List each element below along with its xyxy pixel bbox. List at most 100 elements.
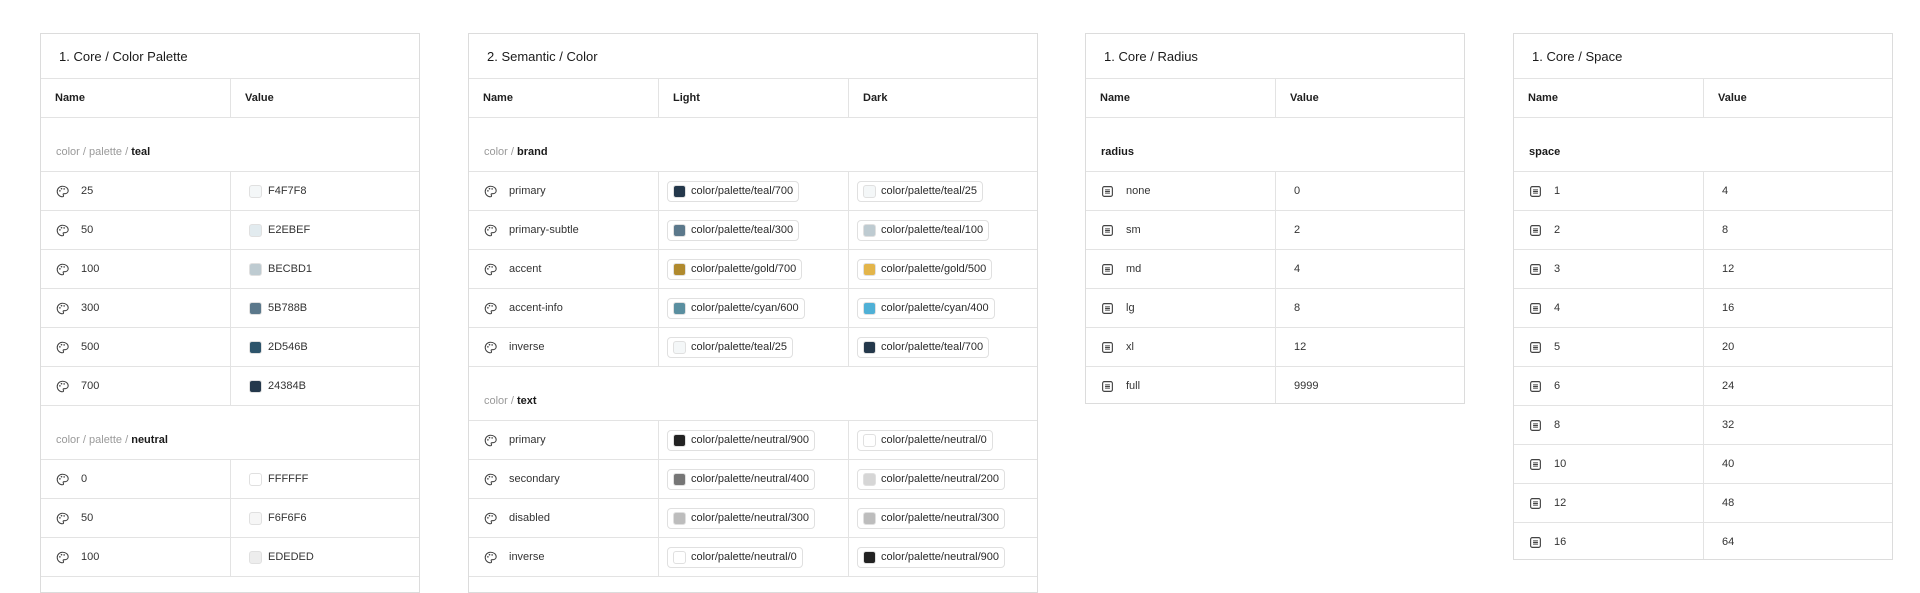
table-row[interactable]: primary-subtle color/palette/teal/300 colo… (469, 211, 1037, 250)
light-value-cell: color/palette/neutral/900 (659, 421, 849, 459)
table-row[interactable]: inverse color/palette/teal/25 color/palett… (469, 328, 1037, 367)
table-row[interactable]: disabled color/palette/neutral/300 color/p… (469, 499, 1037, 538)
table-row[interactable]: 6 24 (1514, 367, 1892, 406)
token-value-cell: FFFFFF (231, 460, 419, 498)
table-row[interactable]: 16 64 (1514, 523, 1892, 559)
table-row[interactable]: sm 2 (1086, 211, 1464, 250)
token-name: 100 (81, 551, 100, 563)
table-row[interactable]: 14 (1514, 172, 1892, 211)
alias-chip[interactable]: color/palette/teal/100 (857, 219, 990, 241)
token-name: 5 (1554, 341, 1561, 353)
number-variable-icon (1529, 380, 1542, 393)
token-name: 500 (81, 341, 100, 353)
number-variable-icon (1529, 419, 1542, 432)
table-row[interactable]: secondary color/palette/neutral/400 color/… (469, 460, 1037, 499)
table-row[interactable]: 50 F6F6F6 (41, 499, 419, 538)
number-value: 2 (1294, 224, 1301, 236)
table-row[interactable]: 25 F4F7F8 (41, 172, 419, 211)
number-variable-icon (1529, 185, 1542, 198)
light-value-cell: color/palette/teal/25 (659, 328, 849, 366)
table-row[interactable]: 8 32 (1514, 406, 1892, 445)
token-name: accent (509, 263, 542, 275)
table-row[interactable]: none 0 (1086, 172, 1464, 211)
table-row[interactable]: inverse color/palette/neutral/0 color/pale… (469, 538, 1037, 577)
alias-chip[interactable]: color/palette/teal/700 (667, 180, 800, 202)
column-header-name: Name (1514, 79, 1704, 117)
number-variable-icon (1529, 536, 1542, 549)
token-name-cell: 0 (41, 460, 231, 498)
light-value-cell: color/palette/teal/700 (659, 172, 849, 210)
hex-value: 2D546B (268, 341, 308, 353)
table-row[interactable]: lg 8 (1086, 289, 1464, 328)
table-row[interactable]: 700 24384B (41, 367, 419, 406)
color-swatch (673, 340, 686, 354)
palette-icon (484, 473, 497, 486)
color-swatch (863, 262, 876, 276)
alias-chip[interactable]: color/palette/cyan/600 (667, 297, 805, 319)
table-row[interactable]: 4 16 (1514, 289, 1892, 328)
table-row[interactable]: xl 12 (1086, 328, 1464, 367)
token-name-cell: 25 (41, 172, 231, 210)
alias-chip[interactable]: color/palette/neutral/0 (667, 546, 803, 568)
table-row[interactable]: 10 40 (1514, 445, 1892, 484)
palette-icon (56, 185, 69, 198)
token-value-cell: 32 (1704, 406, 1892, 444)
token-name-cell: 6 (1514, 367, 1704, 405)
token-value-cell: 8 (1704, 211, 1892, 249)
token-name-cell: 50 (41, 499, 231, 537)
table-row[interactable]: primary color/palette/teal/700 color/palet… (469, 172, 1037, 211)
alias-chip[interactable]: color/palette/neutral/200 (857, 468, 1006, 490)
number-variable-icon (1101, 185, 1114, 198)
alias-chip[interactable]: color/palette/gold/500 (857, 258, 993, 280)
token-value-cell: 2D546B (231, 328, 419, 366)
alias-chip[interactable]: color/palette/neutral/300 (857, 507, 1006, 529)
table-header: Name Value (1514, 79, 1892, 118)
color-swatch (863, 433, 876, 447)
token-name-cell: inverse (469, 538, 659, 576)
alias-chip[interactable]: color/palette/neutral/300 (667, 507, 816, 529)
alias-chip[interactable]: color/palette/gold/700 (667, 258, 803, 280)
table-row[interactable]: 300 5B788B (41, 289, 419, 328)
alias-chip[interactable]: color/palette/teal/25 (857, 180, 984, 202)
table-row[interactable]: 50 E2EBEF (41, 211, 419, 250)
hex-value: EDEDED (268, 551, 314, 563)
number-value: 16 (1722, 302, 1735, 314)
token-name-cell: 10 (1514, 445, 1704, 483)
radius-panel: 1. Core / Radius Name Value radius none 0… (1085, 33, 1465, 404)
token-name-cell: 5 (1514, 328, 1704, 366)
token-name-cell: 3 (1514, 250, 1704, 288)
alias-chip[interactable]: color/palette/neutral/0 (857, 429, 993, 451)
alias-chip[interactable]: color/palette/teal/25 (667, 336, 794, 358)
table-row[interactable]: full 9999 (1086, 367, 1464, 403)
table-row[interactable]: primary color/palette/neutral/900 color/pa… (469, 421, 1037, 460)
space-panel: 1. Core / Space Name Value space 1 4 2 8 3 12… (1513, 33, 1893, 560)
table-row[interactable]: 28 (1514, 211, 1892, 250)
token-name-cell: primary (469, 421, 659, 459)
table-row[interactable]: accent color/palette/gold/700 color/palett… (469, 250, 1037, 289)
table-row[interactable]: 100 EDEDED (41, 538, 419, 577)
color-swatch (249, 379, 262, 393)
table-row[interactable]: 0 FFFFFF (41, 460, 419, 499)
token-name-cell: full (1086, 367, 1276, 403)
alias-chip[interactable]: color/palette/neutral/900 (857, 546, 1006, 568)
table-row[interactable]: 100 BECBD1 (41, 250, 419, 289)
table-row[interactable]: 3 12 (1514, 250, 1892, 289)
group-prefix: color / (484, 146, 518, 158)
number-variable-icon (1529, 224, 1542, 237)
alias-chip[interactable]: color/palette/neutral/400 (667, 468, 816, 490)
group-label: radius (1086, 118, 1464, 172)
table-row[interactable]: accent-info color/palette/cyan/600 color/p… (469, 289, 1037, 328)
group-name: teal (131, 146, 151, 158)
alias-chip[interactable]: color/palette/teal/700 (857, 336, 990, 358)
table-row[interactable]: 500 2D546B (41, 328, 419, 367)
table-row[interactable]: 5 20 (1514, 328, 1892, 367)
table-row[interactable]: md 4 (1086, 250, 1464, 289)
token-name-cell: 700 (41, 367, 231, 405)
alias-chip[interactable]: color/palette/teal/300 (667, 219, 800, 241)
token-name: 50 (81, 512, 94, 524)
color-swatch (863, 184, 876, 198)
group-label: color / palette / neutral (41, 406, 419, 460)
alias-chip[interactable]: color/palette/cyan/400 (857, 297, 995, 319)
table-row[interactable]: 12 48 (1514, 484, 1892, 523)
alias-chip[interactable]: color/palette/neutral/900 (667, 429, 816, 451)
